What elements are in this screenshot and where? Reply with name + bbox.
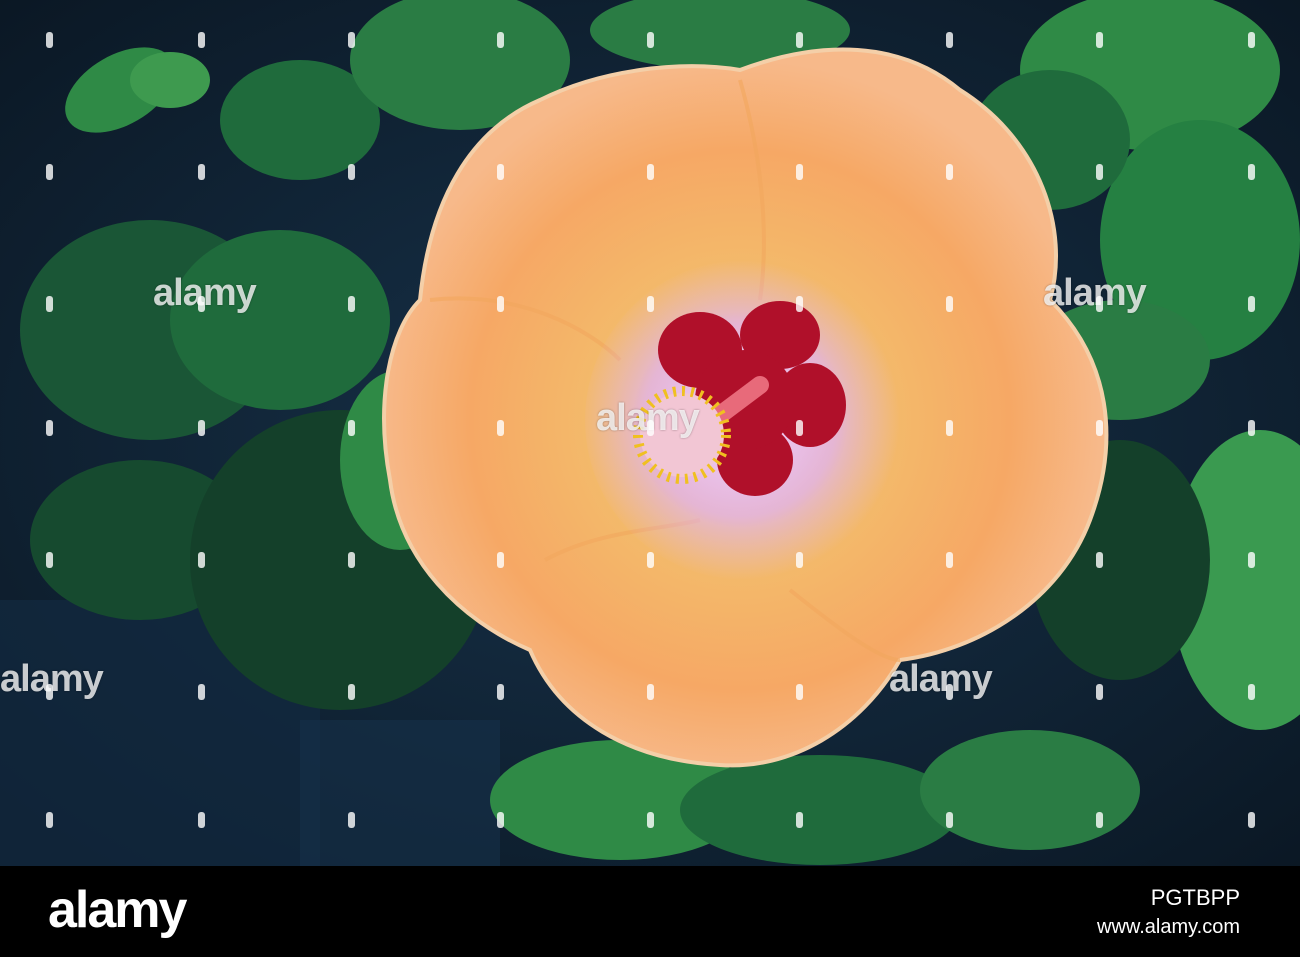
- watermark-dot: [198, 812, 205, 828]
- watermark-dot: [1096, 812, 1103, 828]
- watermark-dot: [1096, 684, 1103, 700]
- watermark-dot: [46, 684, 53, 700]
- watermark-dot: [1248, 812, 1255, 828]
- watermark-dot: [1248, 552, 1255, 568]
- footer-bar: alamy PGTBPP www.alamy.com: [0, 866, 1300, 957]
- watermark-dot: [1096, 552, 1103, 568]
- watermark-dot: [1248, 296, 1255, 312]
- watermark-dot: [1248, 164, 1255, 180]
- watermark-dot: [497, 552, 504, 568]
- watermark-dot: [647, 296, 654, 312]
- photo: alamy alamy alamy alamy alamy: [0, 0, 1300, 866]
- watermark-dot: [1248, 32, 1255, 48]
- watermark-dot: [1248, 420, 1255, 436]
- watermark-dot: [198, 420, 205, 436]
- watermark-dot: [348, 296, 355, 312]
- watermark-dot: [647, 32, 654, 48]
- watermark-dot: [198, 164, 205, 180]
- leaf: [920, 730, 1140, 850]
- watermark-dot: [497, 684, 504, 700]
- watermark-dot: [946, 164, 953, 180]
- watermark-dot: [46, 812, 53, 828]
- watermark-dot: [348, 552, 355, 568]
- watermark-dot: [946, 552, 953, 568]
- watermark-dot: [647, 420, 654, 436]
- watermark-dot: [946, 812, 953, 828]
- watermark-dot: [1096, 296, 1103, 312]
- watermark-dot: [348, 420, 355, 436]
- watermark-dot: [946, 296, 953, 312]
- watermark-dot: [1248, 684, 1255, 700]
- leaf: [130, 52, 210, 108]
- watermark-dot: [497, 812, 504, 828]
- watermark-dot: [946, 420, 953, 436]
- watermark-dot: [1096, 164, 1103, 180]
- watermark-dot: [348, 32, 355, 48]
- alamy-logo: alamy: [48, 881, 187, 939]
- watermark-dot: [46, 32, 53, 48]
- watermark-dot: [647, 812, 654, 828]
- watermark-dot: [1096, 420, 1103, 436]
- watermark-dot: [46, 164, 53, 180]
- watermark-dot: [198, 684, 205, 700]
- watermark-dot: [198, 296, 205, 312]
- watermark-dot: [46, 552, 53, 568]
- watermark-dot: [198, 552, 205, 568]
- watermark-dot: [198, 32, 205, 48]
- watermark: alamy: [1043, 272, 1147, 314]
- leaf: [680, 755, 960, 865]
- watermark-dot: [796, 684, 803, 700]
- watermark-dot: [796, 552, 803, 568]
- watermark-dot: [497, 296, 504, 312]
- watermark-dot: [946, 684, 953, 700]
- site-url: www.alamy.com: [1097, 916, 1240, 938]
- watermark-dot: [46, 420, 53, 436]
- watermark-dot: [647, 164, 654, 180]
- watermark-dot: [796, 296, 803, 312]
- watermark-dot: [497, 164, 504, 180]
- watermark: alamy: [889, 658, 993, 700]
- watermark-dot: [348, 684, 355, 700]
- watermark-dot: [348, 164, 355, 180]
- watermark-dot: [946, 32, 953, 48]
- watermark-dot: [796, 812, 803, 828]
- watermark-dot: [796, 32, 803, 48]
- watermark-dot: [348, 812, 355, 828]
- watermark-dot: [497, 420, 504, 436]
- watermark-dot: [1096, 32, 1103, 48]
- leaf: [170, 230, 390, 410]
- watermark-dot: [647, 684, 654, 700]
- watermark-dot: [796, 164, 803, 180]
- image-id: PGTBPP: [1150, 885, 1240, 910]
- watermark-dot: [46, 296, 53, 312]
- stone-background: [300, 720, 500, 866]
- watermark-dot: [647, 552, 654, 568]
- watermark-dot: [796, 420, 803, 436]
- watermark-dot: [497, 32, 504, 48]
